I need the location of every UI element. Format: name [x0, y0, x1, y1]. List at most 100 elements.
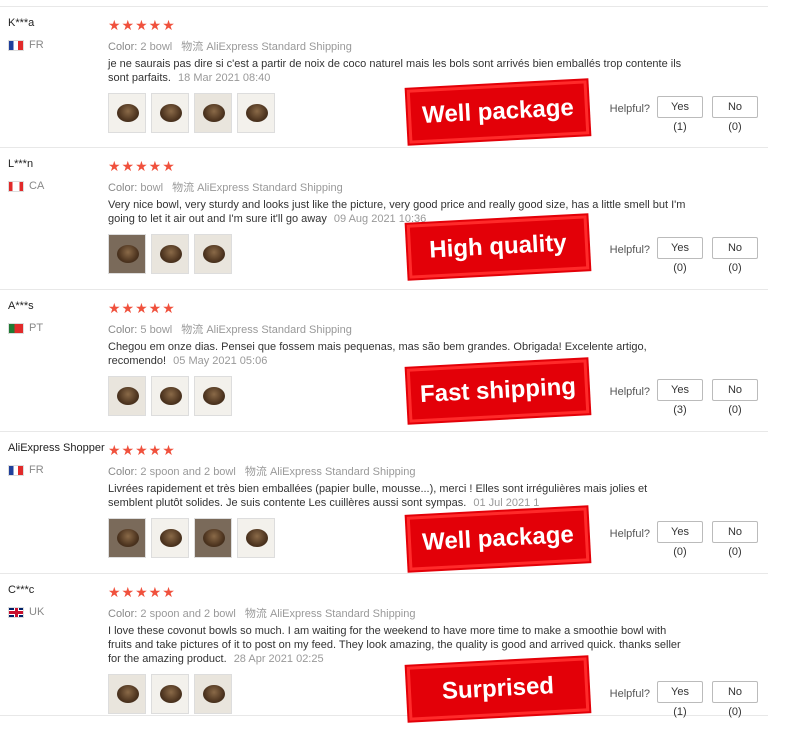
review-body: Livrées rapidement et très bien emballée…: [108, 483, 648, 509]
reviewer-name: C***c: [8, 584, 35, 596]
reviewer-country: UK: [8, 606, 44, 618]
review-meta: Color: 2 spoon and 2 bowl 物流 AliExpress …: [108, 463, 415, 479]
review-photo[interactable]: [151, 93, 189, 133]
review-meta: Color: 2 bowl 物流 AliExpress Standard Shi…: [108, 38, 352, 54]
helpful-yes-button[interactable]: Yes (1): [657, 681, 703, 718]
color-label: Color:: [108, 41, 138, 53]
country-code: PT: [29, 322, 44, 334]
star-rating: ★★★★★: [108, 158, 176, 174]
shipping-value: AliExpress Standard Shipping: [206, 324, 352, 336]
color-label: Color:: [108, 466, 138, 478]
shipping-label: 物流: [244, 466, 267, 478]
review-photo[interactable]: [194, 376, 232, 416]
review-photo[interactable]: [237, 518, 275, 558]
review-card: AliExpress Shopper FR ★★★★★ Color: 2 spo…: [0, 432, 768, 574]
review-date: 28 Apr 2021 02:25: [233, 653, 324, 665]
stamp-text: Well package: [421, 521, 575, 556]
review-photo[interactable]: [108, 376, 146, 416]
shipping-value: AliExpress Standard Shipping: [269, 466, 416, 478]
helpful-label: Helpful?: [609, 528, 650, 540]
country-code: FR: [29, 464, 44, 476]
helpful-label: Helpful?: [609, 386, 650, 398]
review-photo[interactable]: [151, 674, 189, 714]
stamp-text: High quality: [428, 229, 568, 264]
shipping-value: AliExpress Standard Shipping: [206, 41, 352, 53]
review-date: 05 May 2021 05:06: [173, 355, 268, 367]
pt-flag-icon: [8, 322, 24, 334]
review-photos: [108, 376, 232, 416]
reviewer-name: L***n: [8, 158, 34, 170]
stamp-text: Well package: [421, 94, 575, 129]
helpful-yes-button[interactable]: Yes (0): [657, 237, 703, 274]
review-text: Livrées rapidement et très bien emballée…: [108, 482, 688, 510]
ca-flag-icon: [8, 180, 24, 192]
fr-flag-icon: [8, 39, 24, 51]
stamp-text: Fast shipping: [419, 372, 577, 409]
stamp-overlay: Well package: [406, 80, 590, 144]
reviewer-country: PT: [8, 322, 43, 334]
stamp-overlay: Fast shipping: [406, 359, 590, 423]
review-photo[interactable]: [108, 93, 146, 133]
review-photo[interactable]: [194, 93, 232, 133]
color-label: Color:: [108, 324, 138, 336]
color-value: bowl: [140, 182, 164, 194]
review-photo[interactable]: [108, 234, 146, 274]
country-code: CA: [29, 180, 45, 192]
helpful-label: Helpful?: [609, 103, 650, 115]
review-photo[interactable]: [194, 518, 232, 558]
color-value: 2 bowl: [140, 41, 173, 53]
review-meta: Color: 2 spoon and 2 bowl 物流 AliExpress …: [108, 605, 415, 621]
stamp-overlay: Surprised: [406, 657, 590, 721]
shipping-value: AliExpress Standard Shipping: [269, 608, 416, 620]
color-value: 2 spoon and 2 bowl: [140, 608, 236, 620]
review-card: L***n CA ★★★★★ Color: bowl 物流 AliExpress…: [0, 148, 768, 290]
review-photos: [108, 674, 232, 714]
review-date: 01 Jul 2021 1: [473, 497, 540, 509]
review-photo[interactable]: [108, 518, 146, 558]
country-code: UK: [29, 606, 45, 618]
shipping-label: 物流: [172, 182, 195, 194]
helpful-yes-button[interactable]: Yes (0): [657, 521, 703, 558]
review-photo[interactable]: [194, 674, 232, 714]
review-photos: [108, 518, 275, 558]
star-rating: ★★★★★: [108, 584, 176, 600]
review-photo[interactable]: [194, 234, 232, 274]
review-text: Very nice bowl, very sturdy and looks ju…: [108, 198, 688, 226]
color-label: Color:: [108, 608, 138, 620]
shipping-label: 物流: [181, 41, 204, 53]
reviewer-name: A***s: [8, 300, 34, 312]
uk-flag-icon: [8, 606, 24, 618]
star-rating: ★★★★★: [108, 300, 176, 316]
helpful-label: Helpful?: [609, 244, 650, 256]
reviewer-country: FR: [8, 464, 44, 476]
reviewer-name: K***a: [8, 17, 35, 29]
shipping-value: AliExpress Standard Shipping: [197, 182, 343, 194]
color-value: 2 spoon and 2 bowl: [140, 466, 236, 478]
review-meta: Color: bowl 物流 AliExpress Standard Shipp…: [108, 179, 343, 195]
helpful-no-button[interactable]: No (0): [712, 681, 758, 718]
review-body: I love these covonut bowls so much. I am…: [108, 625, 681, 665]
stamp-text: Surprised: [441, 672, 555, 705]
country-code: FR: [29, 39, 44, 51]
review-photo[interactable]: [237, 93, 275, 133]
fr-flag-icon: [8, 464, 24, 476]
helpful-no-button[interactable]: No (0): [712, 237, 758, 274]
review-photo[interactable]: [151, 376, 189, 416]
star-rating: ★★★★★: [108, 442, 176, 458]
reviewer-name: AliExpress Shopper: [8, 442, 105, 454]
review-card: K***a FR ★★★★★ Color: 2 bowl 物流 AliExpre…: [0, 6, 768, 148]
helpful-no-button[interactable]: No (0): [712, 521, 758, 558]
review-photos: [108, 234, 232, 274]
review-photo[interactable]: [151, 234, 189, 274]
helpful-label: Helpful?: [609, 688, 650, 700]
review-date: 18 Mar 2021 08:40: [178, 72, 271, 84]
helpful-no-button[interactable]: No (0): [712, 379, 758, 416]
review-photo[interactable]: [108, 674, 146, 714]
helpful-yes-button[interactable]: Yes (3): [657, 379, 703, 416]
helpful-yes-button[interactable]: Yes (1): [657, 96, 703, 133]
helpful-no-button[interactable]: No (0): [712, 96, 758, 133]
star-rating: ★★★★★: [108, 17, 176, 33]
review-photo[interactable]: [151, 518, 189, 558]
stamp-overlay: Well package: [406, 507, 590, 571]
shipping-label: 物流: [181, 324, 204, 336]
